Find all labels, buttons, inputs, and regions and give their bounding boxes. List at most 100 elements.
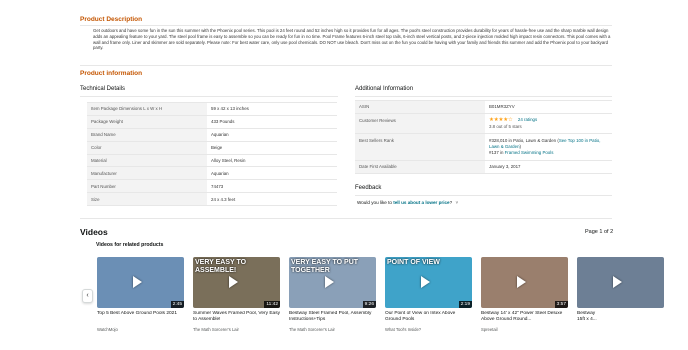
- spec-value: Alloy Steel, Resin: [207, 153, 337, 167]
- video-card[interactable]: POINT OF VIEW 2:19 Our Point of View on In…: [385, 257, 472, 332]
- table-row: Color Beige: [87, 140, 337, 155]
- related-videos-title: Videos for related products: [96, 242, 164, 248]
- carousel-prev-button[interactable]: ‹: [82, 289, 93, 303]
- table-row: Date First Available January 3, 2017: [355, 159, 612, 174]
- play-icon[interactable]: [517, 276, 526, 288]
- video-source: The Math Sorcerer's Lair: [289, 327, 335, 332]
- table-row: Size 24 x 4.3 feet: [87, 192, 337, 207]
- play-icon[interactable]: [133, 276, 142, 288]
- customer-reviews-label: Customer Reviews: [355, 112, 485, 134]
- video-title[interactable]: Bestway 14' x 42" Power Steel Deluxe Abo…: [481, 311, 568, 324]
- video-source: WatchMojo: [97, 327, 118, 332]
- play-icon[interactable]: [325, 276, 334, 288]
- additional-information-table: ASIN B01MR3ZYV Customer Reviews ★★★★☆ 24…: [355, 100, 612, 174]
- video-card[interactable]: 3:57 Bestway 14' x 42" Power Steel Deluxe…: [481, 257, 568, 332]
- chevron-down-icon[interactable]: ˅: [455, 200, 458, 205]
- divider: [80, 218, 612, 219]
- table-row: Package Weight 433 Pounds: [87, 114, 337, 129]
- table-row: Item Package Dimensions L x W x H 59 x 42…: [87, 102, 337, 116]
- video-duration: 3:57: [554, 301, 568, 308]
- asin-value: B01MR3ZYV: [485, 100, 612, 114]
- video-duration: 9:26: [362, 301, 376, 308]
- bsr-line1-prefix: #328,010 in Patio, Lawn & Garden (: [489, 137, 559, 143]
- spec-key: Part Number: [87, 179, 207, 193]
- video-thumbnail[interactable]: VERY EASY TO ASSEMBLE! 11:42: [193, 257, 280, 308]
- thumbnail-overlay-text: VERY EASY TO PUT TOGETHER: [291, 259, 359, 274]
- technical-details-title: Technical Details: [80, 86, 126, 92]
- table-row: ASIN B01MR3ZYV: [355, 100, 612, 114]
- divider: [355, 195, 612, 196]
- framed-swimming-pools-link[interactable]: Framed Swimming Pools: [505, 150, 554, 155]
- spec-value: 74473: [207, 179, 337, 193]
- spec-key: Package Weight: [87, 114, 207, 129]
- video-thumbnail[interactable]: POINT OF VIEW 2:19: [385, 257, 472, 308]
- bsr-line1-suffix: ): [519, 143, 521, 149]
- table-row: Best Sellers Rank #328,010 in Patio, Law…: [355, 132, 612, 161]
- divider: [80, 96, 338, 97]
- divider: [80, 25, 612, 26]
- feedback-suffix: ?: [449, 200, 453, 205]
- video-title[interactable]: Bestway 15ft x 4...: [577, 311, 601, 324]
- star-rating-icon[interactable]: ★★★★☆: [489, 117, 513, 123]
- thumbnail-overlay-text: POINT OF VIEW: [387, 259, 440, 266]
- video-card[interactable]: Bestway 15ft x 4...: [577, 257, 664, 327]
- spec-key: Brand Name: [87, 127, 207, 142]
- spec-key: Manufacturer: [87, 166, 207, 180]
- video-card[interactable]: 2:45 Top 5 Best Above Ground Pools 2021 Wa…: [97, 257, 184, 332]
- product-description-heading: Product Description: [80, 16, 143, 23]
- table-row: Material Alloy Steel, Resin: [87, 153, 337, 167]
- table-row: Customer Reviews ★★★★☆ 24 ratings 3.8 ou…: [355, 112, 612, 134]
- video-duration: 11:42: [264, 301, 280, 308]
- ratings-count-link[interactable]: 24 ratings: [518, 117, 537, 122]
- divider: [355, 96, 612, 97]
- date-first-available-label: Date First Available: [355, 159, 485, 174]
- video-card[interactable]: VERY EASY TO PUT TOGETHER 9:26 Bestway Ste…: [289, 257, 376, 332]
- play-icon[interactable]: [229, 276, 238, 288]
- video-thumbnail[interactable]: 3:57: [481, 257, 568, 308]
- rating-text: 3.8 out of 5 stars: [489, 123, 522, 129]
- thumbnail-overlay-text: VERY EASY TO ASSEMBLE!: [195, 259, 247, 274]
- videos-title: Videos: [80, 227, 108, 237]
- spec-value: 433 Pounds: [207, 114, 337, 129]
- play-icon[interactable]: [421, 276, 430, 288]
- play-icon[interactable]: [613, 276, 622, 288]
- table-row: Brand Name Aquarian: [87, 127, 337, 142]
- spec-value: Beige: [207, 140, 337, 155]
- technical-details-table: Item Package Dimensions L x W x H 59 x 42…: [87, 102, 337, 207]
- video-title[interactable]: Our Point of View on Intex Above Ground …: [385, 311, 472, 324]
- video-source: The Math Sorcerer's Lair: [193, 327, 239, 332]
- date-first-available-value: January 3, 2017: [485, 159, 612, 174]
- asin-label: ASIN: [355, 100, 485, 114]
- video-thumbnail[interactable]: 2:45: [97, 257, 184, 308]
- best-sellers-rank-label: Best Sellers Rank: [355, 132, 485, 161]
- divider: [80, 65, 612, 66]
- spec-value: 59 x 42 x 13 inches: [207, 102, 337, 116]
- spec-key: Material: [87, 153, 207, 167]
- spec-key: Size: [87, 192, 207, 207]
- page-count: Page 1 of 2: [585, 229, 614, 235]
- lower-price-link[interactable]: tell us about a lower price: [393, 200, 449, 205]
- product-information-heading: Product information: [80, 70, 143, 77]
- table-row: Manufacturer Aquarian: [87, 166, 337, 180]
- bsr-line2-prefix: #137 in: [489, 149, 505, 155]
- feedback-title: Feedback: [355, 185, 382, 191]
- spec-value: Aquarian: [207, 127, 337, 142]
- feedback-prompt: Would you like to tell us about a lower …: [357, 200, 458, 205]
- video-source: Spreetail: [481, 327, 498, 332]
- feedback-prefix: Would you like to: [357, 200, 394, 205]
- video-source: What Tool's Inside?: [385, 327, 422, 332]
- video-thumbnail[interactable]: VERY EASY TO PUT TOGETHER 9:26: [289, 257, 376, 308]
- spec-key: Color: [87, 140, 207, 155]
- additional-information-title: Additional Information: [355, 86, 414, 92]
- spec-key: Item Package Dimensions L x W x H: [87, 102, 207, 116]
- video-duration: 2:19: [458, 301, 472, 308]
- table-row: Part Number 74473: [87, 179, 337, 193]
- video-thumbnail[interactable]: [577, 257, 664, 308]
- product-description-text: Get outdoors and have some fun in the su…: [93, 28, 611, 51]
- video-duration: 2:45: [170, 301, 184, 308]
- spec-value: 24 x 4.3 feet: [207, 192, 337, 207]
- video-card[interactable]: VERY EASY TO ASSEMBLE! 11:42 Summer Waves …: [193, 257, 280, 332]
- video-title[interactable]: Summer Waves Framed Pool, Very Easy to A…: [193, 311, 280, 324]
- video-title[interactable]: Bestway Steel Framed Pool, Assembly Inst…: [289, 311, 376, 324]
- video-title[interactable]: Top 5 Best Above Ground Pools 2021: [97, 311, 184, 324]
